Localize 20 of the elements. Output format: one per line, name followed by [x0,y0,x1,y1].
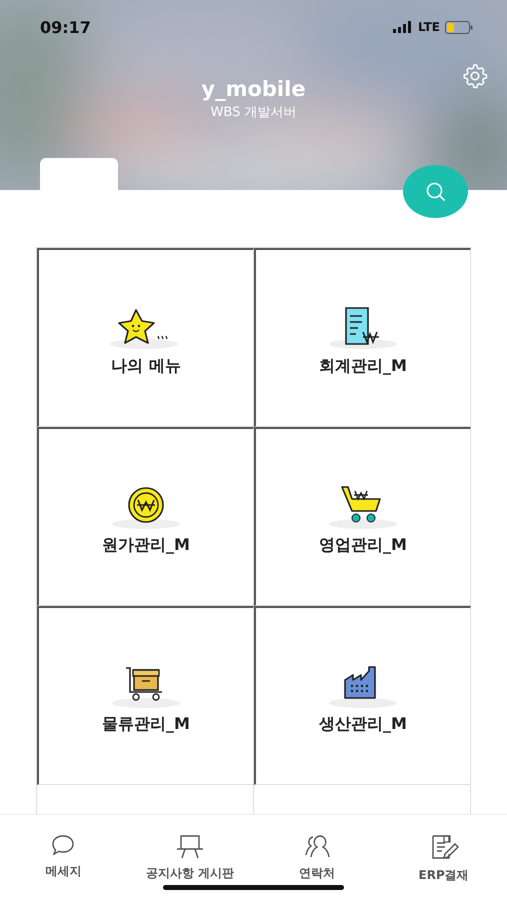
menu-tile[interactable]: 영업관리_M [254,427,471,606]
tab-bar-item[interactable]: ERP결재 [380,815,507,900]
app-title: y_mobile [200,77,307,101]
status-time: 09:17 [40,18,92,36]
tab-bar-item[interactable]: 연락처 [254,815,380,900]
battery-icon [445,20,473,34]
search-icon [424,180,448,204]
menu-tile[interactable]: 나의 메뉴 [37,248,254,427]
menu-tile[interactable]: 회계관리_M [254,248,471,427]
chat-bubble-icon [50,833,76,857]
tab-bar-item[interactable]: 메세지 [0,815,127,900]
menu-tile[interactable]: 물류관리_M [37,606,254,785]
network-type: LTE [418,20,440,34]
menu-tile[interactable]: 원가관리_M [37,427,254,606]
tab-bar-item[interactable]: 공지사항 게시판 [126,815,254,900]
board-icon [175,833,206,859]
server-subtitle: WBS 개발서버 [210,104,298,121]
settings-icon[interactable] [461,62,489,90]
signal-icon [392,21,413,33]
menu-tile[interactable]: 생산관리_M [254,606,471,785]
